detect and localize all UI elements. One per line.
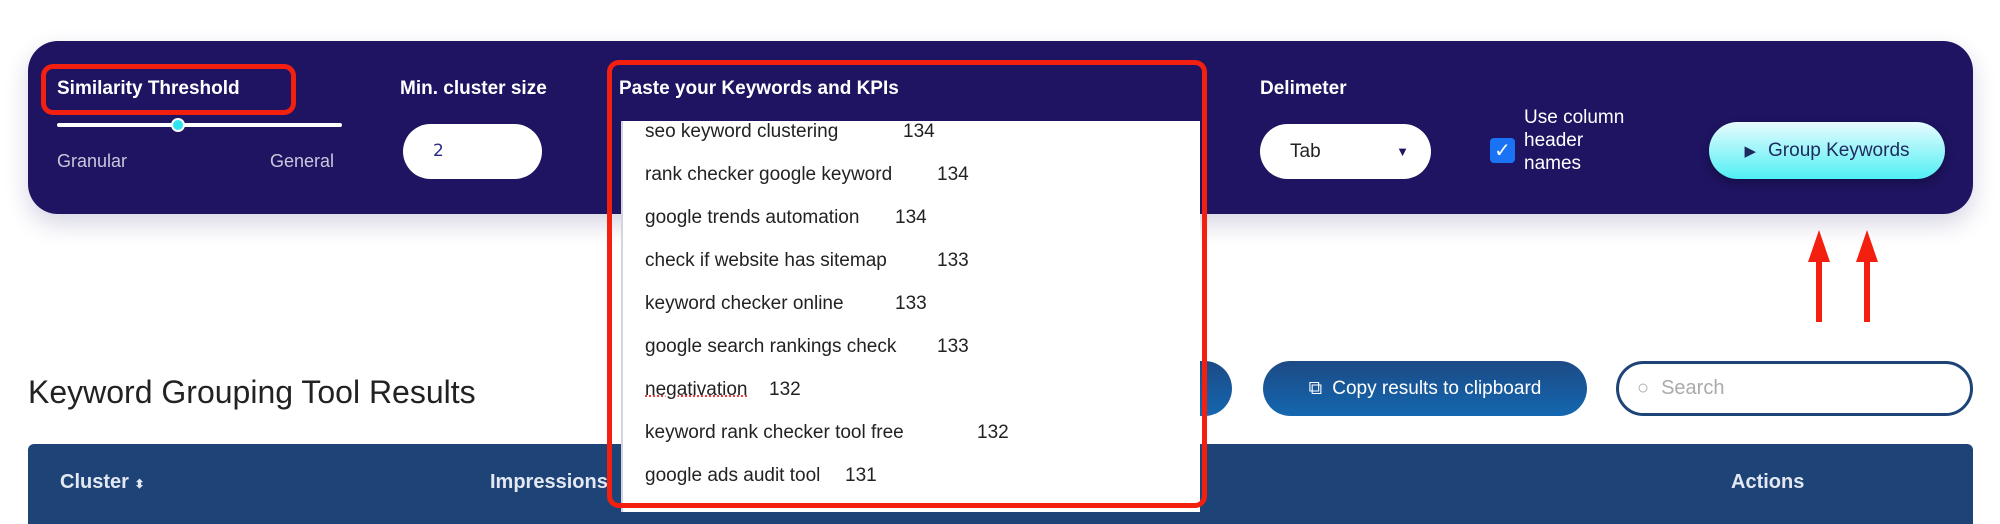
granular-label: Granular [57, 151, 128, 171]
column-impressions[interactable]: Impressions [490, 471, 608, 494]
similarity-slider[interactable] [57, 123, 342, 127]
copy-icon: ⧉ [1308, 377, 1323, 399]
results-title: Keyword Grouping Tool Results [28, 374, 476, 410]
use-header-checkbox[interactable]: ✓ [1490, 138, 1515, 163]
delimiter-value: Tab [1290, 140, 1321, 162]
min-cluster-label: Min. cluster size [400, 78, 547, 99]
chevron-down-icon: ▼ [1396, 144, 1409, 159]
copy-results-button[interactable]: ⧉ Copy results to clipboard [1263, 361, 1587, 416]
annotation-box [41, 64, 296, 115]
annotation-arrow [1856, 230, 1878, 322]
use-header-label: Use column header names [1524, 107, 1625, 174]
delimiter-select[interactable]: Tab ▼ [1260, 124, 1431, 179]
column-actions: Actions [1731, 471, 1805, 493]
annotation-box [607, 60, 1207, 508]
column-cluster[interactable]: Cluster ⬍ [60, 471, 145, 494]
group-keywords-button[interactable]: ▶ Group Keywords [1709, 122, 1945, 179]
annotation-arrow [1808, 230, 1830, 322]
play-icon: ▶ [1744, 142, 1757, 160]
search-input[interactable]: ○ Search [1616, 361, 1973, 416]
delimiter-label: Delimeter [1260, 78, 1347, 99]
general-label: General [270, 151, 335, 171]
slider-thumb[interactable] [170, 118, 185, 132]
search-icon: ○ [1637, 377, 1650, 399]
sort-icon: ⬍ [134, 477, 145, 491]
min-cluster-input[interactable]: 2 [403, 124, 542, 179]
